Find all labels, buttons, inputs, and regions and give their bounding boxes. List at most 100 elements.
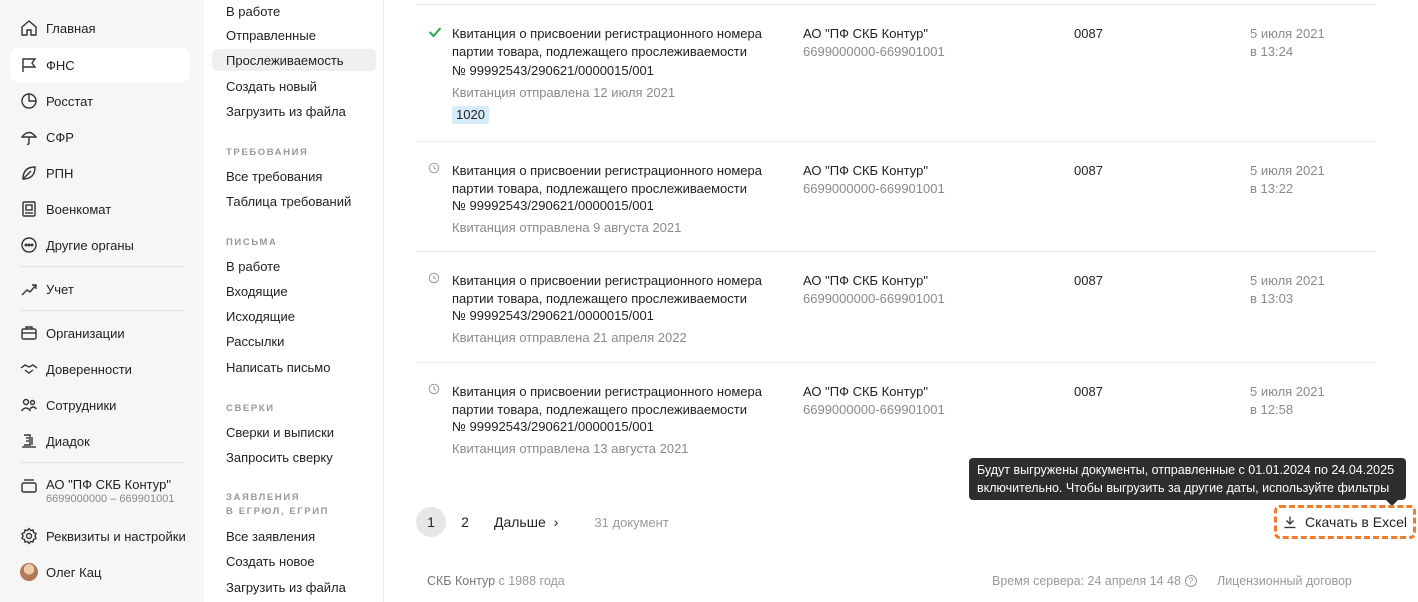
subnav-item[interactable]: Создать новый bbox=[212, 75, 376, 97]
code-badge: 1020 bbox=[452, 106, 489, 124]
nav-label: Сотрудники bbox=[46, 397, 117, 413]
subnav-item[interactable]: Создать новое bbox=[212, 550, 376, 572]
subnav-item[interactable]: Входящие bbox=[212, 280, 376, 302]
subnav-item[interactable]: Запросить сверку bbox=[212, 446, 376, 468]
subnav-item-traceability[interactable]: Прослеживаемость bbox=[212, 49, 376, 71]
ifns-code: 0087 bbox=[1074, 384, 1103, 399]
nav-label: Другие органы bbox=[46, 237, 134, 253]
diadoc-icon bbox=[20, 432, 38, 450]
document-number: № 99992543/290621/0000015/001 bbox=[452, 63, 654, 78]
nav-label: Росстат bbox=[46, 93, 94, 109]
clock-icon bbox=[428, 383, 442, 397]
nav-item-rpn[interactable]: РПН bbox=[10, 156, 190, 190]
nav-item-orgs[interactable]: Организации bbox=[10, 316, 190, 350]
chevron-right-icon: › bbox=[553, 514, 559, 530]
document-title[interactable]: Квитанция о присвоении регистрационного … bbox=[452, 162, 772, 198]
umbrella-icon bbox=[20, 128, 38, 146]
nav-divider bbox=[20, 310, 184, 311]
people-icon bbox=[20, 396, 38, 414]
license-link[interactable]: Лицензионный договор bbox=[1217, 574, 1352, 588]
org-inn: 6699000000 – 669901001 bbox=[46, 493, 175, 505]
list-item[interactable]: Квитанция о присвоении регистрационного … bbox=[416, 252, 1376, 363]
document-title[interactable]: Квитанция о присвоении регистрационного … bbox=[452, 25, 772, 61]
subnav-item[interactable]: Отправленные bbox=[212, 24, 376, 46]
export-tooltip: Будут выгружены документы, отправленные … bbox=[969, 458, 1406, 506]
nav-item-sfr[interactable]: СФР bbox=[10, 120, 190, 154]
nav-label: ФНС bbox=[46, 57, 75, 73]
sent-status: Квитанция отправлена 13 августа 2021 bbox=[452, 441, 689, 456]
next-label: Дальше bbox=[494, 514, 546, 530]
document-title[interactable]: Квитанция о присвоении регистрационного … bbox=[452, 272, 772, 308]
subnav-heading: СВЕРКИ bbox=[226, 403, 275, 414]
server-time: Время сервера: 24 апреля 14 48 ? bbox=[992, 574, 1197, 588]
document-number: № 99992543/290621/0000015/001 bbox=[452, 308, 654, 323]
footer-brand: СКБ Контур bbox=[427, 574, 496, 588]
subnav-item[interactable]: Таблица требований bbox=[212, 190, 376, 212]
subnav-item[interactable]: Написать письмо bbox=[212, 356, 376, 378]
chart-growth-icon bbox=[20, 280, 38, 298]
nav-item-other[interactable]: Другие органы bbox=[10, 228, 190, 262]
document-title[interactable]: Квитанция о присвоении регистрационного … bbox=[452, 383, 772, 419]
nav-divider bbox=[20, 266, 184, 267]
handshake-icon bbox=[20, 360, 38, 378]
nav-item-user[interactable]: Олег Кац bbox=[10, 555, 190, 589]
document-number: № 99992543/290621/0000015/001 bbox=[452, 198, 654, 213]
tooltip-line: включительно. Чтобы выгрузить за другие … bbox=[977, 481, 1390, 495]
nav-item-home[interactable]: Главная bbox=[10, 11, 190, 45]
subnav-item[interactable]: Загрузить из файла bbox=[212, 576, 376, 598]
subnav-item[interactable]: Сверки и выписки bbox=[212, 421, 376, 443]
subnav-item[interactable]: Исходящие bbox=[212, 305, 376, 327]
help-icon[interactable]: ? bbox=[1184, 575, 1197, 587]
nav-label: Главная bbox=[46, 20, 96, 36]
tooltip-line: Будут выгружены документы, отправленные … bbox=[977, 463, 1395, 477]
nav-label: Учет bbox=[46, 281, 74, 297]
org-cell: АО "ПФ СКБ Контур" 6699000000-669901001 bbox=[803, 273, 945, 306]
page-2-button[interactable]: 2 bbox=[450, 507, 480, 537]
subnav-item[interactable]: В работе bbox=[212, 0, 376, 22]
badge-icon bbox=[20, 200, 38, 218]
sent-status: Квитанция отправлена 9 августа 2021 bbox=[452, 220, 682, 235]
nav-label: Организации bbox=[46, 325, 125, 341]
list-item[interactable]: Квитанция о присвоении регистрационного … bbox=[416, 142, 1376, 252]
list-item[interactable]: Квитанция о присвоении регистрационного … bbox=[416, 363, 1376, 471]
avatar bbox=[20, 563, 38, 581]
nav-label: СФР bbox=[46, 129, 74, 145]
sent-status: Квитанция отправлена 12 июля 2021 bbox=[452, 85, 676, 100]
next-page-button[interactable]: Дальше › bbox=[494, 514, 558, 530]
ifns-code: 0087 bbox=[1074, 273, 1103, 288]
nav-item-rosstat[interactable]: Росстат bbox=[10, 84, 190, 118]
subnav-item[interactable]: Рассылки bbox=[212, 330, 376, 352]
subnav-heading: ТРЕБОВАНИЯ bbox=[226, 147, 309, 158]
nav-label: Диадок bbox=[46, 433, 90, 449]
subnav-item[interactable]: Загрузить из файла bbox=[212, 100, 376, 122]
download-excel-label: Скачать в Excel bbox=[1305, 514, 1407, 530]
nav-item-settings[interactable]: Реквизиты и настройки bbox=[10, 519, 190, 553]
home-icon bbox=[20, 19, 38, 37]
clock-icon bbox=[428, 272, 442, 286]
flag-icon bbox=[20, 56, 38, 74]
subnav-item[interactable]: Все заявления bbox=[212, 525, 376, 547]
download-icon bbox=[1284, 516, 1296, 529]
org-cell: АО "ПФ СКБ Контур" 6699000000-669901001 bbox=[803, 384, 945, 417]
download-excel-button[interactable]: Скачать в Excel bbox=[1274, 505, 1416, 539]
nav-item-uchet[interactable]: Учет bbox=[10, 272, 190, 306]
clock-icon bbox=[428, 162, 442, 176]
org-switcher[interactable]: АО "ПФ СКБ Контур" 6699000000 – 66990100… bbox=[10, 474, 190, 516]
user-name: Олег Кац bbox=[46, 564, 102, 580]
nav-item-voenkomat[interactable]: Военкомат bbox=[10, 192, 190, 226]
server-time-text: Время сервера: 24 апреля 14 48 bbox=[992, 574, 1181, 588]
nav-item-fns[interactable]: ФНС bbox=[10, 48, 190, 82]
subnav-item[interactable]: В работе bbox=[212, 255, 376, 277]
subnav-heading: ПИСЬМА bbox=[226, 237, 278, 248]
nav-label: Военкомат bbox=[46, 201, 112, 217]
list-item[interactable]: Квитанция о присвоении регистрационного … bbox=[416, 4, 1376, 142]
page-1-button[interactable]: 1 bbox=[416, 507, 446, 537]
subnav-item[interactable]: Все требования bbox=[212, 165, 376, 187]
footer-copyright: СКБ Контур с 1988 года bbox=[427, 574, 565, 588]
nav-item-dover[interactable]: Доверенности bbox=[10, 352, 190, 386]
nav-item-diadoc[interactable]: Диадок bbox=[10, 424, 190, 458]
pagination: 1 2 Дальше › 31 документ bbox=[416, 506, 669, 538]
ifns-code: 0087 bbox=[1074, 163, 1103, 178]
date-cell: 5 июля 2021 в 13:24 bbox=[1250, 26, 1325, 59]
nav-item-staff[interactable]: Сотрудники bbox=[10, 388, 190, 422]
